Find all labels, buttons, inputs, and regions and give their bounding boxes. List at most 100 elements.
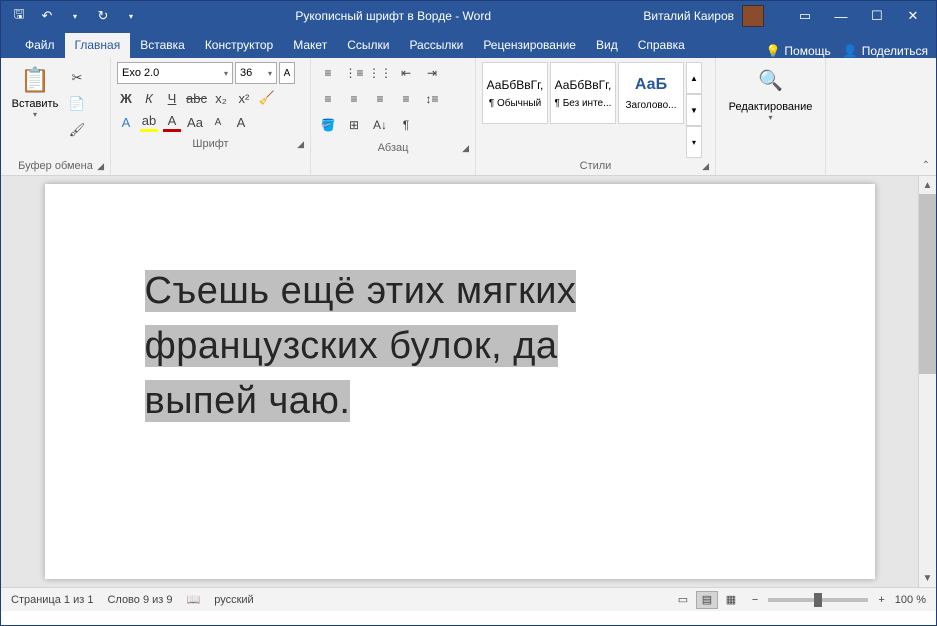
ribbon-options-icon[interactable]: ▭ [788,4,822,28]
page[interactable]: Съешь ещё этих мягких французских булок,… [45,184,875,579]
multilevel-icon[interactable]: ⋮⋮ [369,62,391,84]
tab-mailings[interactable]: Рассылки [399,33,473,58]
group-font: Exo 2.0▾ 36▾ A Ж К Ч abc x₂ x² 🧹 A ab A … [111,58,311,175]
tab-references[interactable]: Ссылки [337,33,399,58]
format-painter-icon[interactable]: 🖌 [67,120,87,140]
style-no-spacing[interactable]: АаБбВвГг,¶ Без инте... [550,62,616,124]
style-normal[interactable]: АаБбВвГг,¶ Обычный [482,62,548,124]
styles-launcher-icon[interactable]: ◢ [702,161,709,172]
web-layout-icon[interactable]: ▦ [720,591,742,609]
clear-format-icon[interactable]: 🧹 [258,88,276,108]
ribbon: 📋 Вставить ▾ ✂ 📄 🖌 Буфер обмена◢ Exo 2.0… [1,58,936,176]
tab-file[interactable]: Файл [15,33,65,58]
zoom-thumb[interactable] [814,593,822,607]
styles-more-icon[interactable]: ▾ [686,126,702,158]
tell-me-button[interactable]: 💡Помощь [765,44,830,58]
cut-icon[interactable]: ✂ [67,68,87,88]
copy-icon[interactable]: 📄 [67,94,87,114]
read-mode-icon[interactable]: ▭ [672,591,694,609]
qat-customize-icon[interactable]: ▾ [119,4,143,28]
tab-design[interactable]: Конструктор [195,33,283,58]
styles-gallery[interactable]: АаБбВвГг,¶ Обычный АаБбВвГг,¶ Без инте..… [482,62,702,158]
maximize-icon[interactable]: ☐ [860,4,894,28]
language-indicator[interactable]: русский [214,594,253,606]
font-launcher-icon[interactable]: ◢ [297,139,304,150]
bullets-icon[interactable]: ≡ [317,62,339,84]
shrink-font-icon[interactable]: A [209,112,227,132]
shading-icon[interactable]: 🪣 [317,114,339,136]
quick-access-toolbar: 🖫 ↶ ▾ ↻ ▾ [7,4,143,28]
zoom-level[interactable]: 100 % [895,594,926,606]
styles-up-icon[interactable]: ▲ [686,62,702,94]
line-spacing-icon[interactable]: ↕≡ [421,88,443,110]
tab-help[interactable]: Справка [628,33,695,58]
undo-dropdown-icon[interactable]: ▾ [63,4,87,28]
subscript-button[interactable]: x₂ [212,88,230,108]
clipboard-launcher-icon[interactable]: ◢ [97,161,104,172]
highlight-icon[interactable]: ab [140,112,158,132]
redo-icon[interactable]: ↻ [91,4,115,28]
inc-indent-icon[interactable]: ⇥ [421,62,443,84]
scroll-thumb[interactable] [919,194,936,374]
styles-down-icon[interactable]: ▼ [686,94,702,126]
collapse-ribbon-icon[interactable]: ⌃ [922,160,930,171]
font-color-icon[interactable]: A [163,112,181,132]
word-count[interactable]: Слово 9 из 9 [107,594,172,606]
tab-home[interactable]: Главная [65,33,131,58]
align-center-icon[interactable]: ≡ [343,88,365,110]
scroll-down-icon[interactable]: ▼ [919,569,936,587]
scroll-up-icon[interactable]: ▲ [919,176,936,194]
tab-insert[interactable]: Вставка [130,33,195,58]
zoom-in-icon[interactable]: + [878,594,884,606]
group-label-styles: Стили◢ [482,158,709,173]
zoom-slider[interactable] [768,598,868,602]
bold-button[interactable]: Ж [117,88,135,108]
document-text[interactable]: Съешь ещё этих мягких французских булок,… [145,264,775,429]
numbering-icon[interactable]: ⋮≡ [343,62,365,84]
sort-icon[interactable]: A↓ [369,114,391,136]
zoom-out-icon[interactable]: − [752,594,758,606]
show-marks-icon[interactable]: ¶ [395,114,417,136]
save-icon[interactable]: 🖫 [7,4,31,28]
paste-button[interactable]: 📋 Вставить ▾ [7,62,63,158]
group-clipboard: 📋 Вставить ▾ ✂ 📄 🖌 Буфер обмена◢ [1,58,111,175]
ribbon-tabs: Файл Главная Вставка Конструктор Макет С… [1,31,936,58]
superscript-button[interactable]: x² [235,88,253,108]
group-label-paragraph: Абзац◢ [317,140,469,155]
tab-review[interactable]: Рецензирование [473,33,586,58]
page-indicator[interactable]: Страница 1 из 1 [11,594,93,606]
undo-icon[interactable]: ↶ [35,4,59,28]
font-size-combo[interactable]: 36▾ [235,62,277,84]
tab-view[interactable]: Вид [586,33,628,58]
paragraph-launcher-icon[interactable]: ◢ [462,143,469,154]
window-title: Рукописный шрифт в Ворде - Word [143,9,643,23]
italic-button[interactable]: К [140,88,158,108]
grow-font-icon[interactable]: A [279,62,295,84]
borders-icon[interactable]: ⊞ [343,114,365,136]
underline-button[interactable]: Ч [163,88,181,108]
print-layout-icon[interactable]: ▤ [696,591,718,609]
search-icon: 🔍 [758,68,783,93]
editing-button[interactable]: 🔍 Редактирование ▾ [722,62,819,128]
strikethrough-button[interactable]: abc [186,88,207,108]
font-name-combo[interactable]: Exo 2.0▾ [117,62,233,84]
spellcheck-icon[interactable]: 📖 [187,593,201,606]
user-name[interactable]: Виталий Каиров [643,9,734,23]
share-button[interactable]: 👤Поделиться [843,44,928,58]
group-paragraph: ≡ ⋮≡ ⋮⋮ ⇤ ⇥ ≡ ≡ ≡ ≡ ↕≡ 🪣 ⊞ A↓ ¶ Абзац◢ [311,58,476,175]
group-label-font: Шрифт◢ [117,136,304,151]
align-left-icon[interactable]: ≡ [317,88,339,110]
minimize-icon[interactable]: — [824,4,858,28]
change-case-button[interactable]: Aa [186,112,204,132]
close-icon[interactable]: ✕ [896,4,930,28]
tab-layout[interactable]: Макет [283,33,337,58]
avatar[interactable] [742,5,764,27]
justify-icon[interactable]: ≡ [395,88,417,110]
group-label-clipboard: Буфер обмена◢ [7,158,104,173]
text-effects-icon[interactable]: A [117,112,135,132]
vertical-scrollbar[interactable]: ▲ ▼ [918,176,936,587]
dec-indent-icon[interactable]: ⇤ [395,62,417,84]
grow-font2-icon[interactable]: A [232,112,250,132]
align-right-icon[interactable]: ≡ [369,88,391,110]
style-heading1[interactable]: АаБЗаголово... [618,62,684,124]
